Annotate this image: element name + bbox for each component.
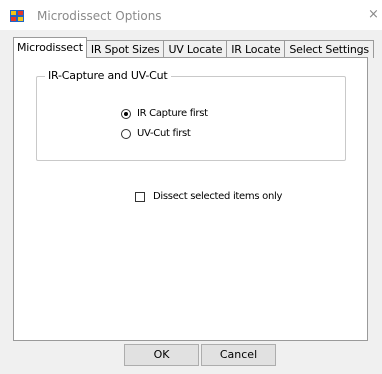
tab-ir-locate[interactable]: IR Locate [226, 40, 286, 58]
dialog-body: Microdissect IR Spot Sizes UV Locate IR … [0, 30, 382, 374]
uv-cut-first-radio[interactable] [121, 128, 131, 139]
dissect-selected-only-option[interactable]: Dissect selected items only [135, 191, 282, 202]
window-title: Microdissect Options [37, 9, 162, 23]
ok-button[interactable]: OK [124, 344, 199, 366]
ir-capture-uv-cut-group: IR-Capture and UV-Cut IR Capture first U… [36, 69, 346, 161]
dissect-selected-only-label: Dissect selected items only [153, 191, 283, 202]
ir-capture-first-radio[interactable] [121, 108, 131, 119]
microdissect-app-icon [10, 10, 24, 22]
title-bar: Microdissect Options × [0, 0, 382, 30]
tab-strip: Microdissect IR Spot Sizes UV Locate IR … [13, 37, 374, 58]
ir-capture-first-option[interactable]: IR Capture first [121, 108, 208, 119]
uv-cut-first-label: UV-Cut first [137, 128, 191, 139]
microdissect-options-window: Microdissect Options × Microdissect IR S… [0, 0, 382, 374]
tab-ir-spot-sizes[interactable]: IR Spot Sizes [85, 40, 165, 58]
tab-uv-locate[interactable]: UV Locate [163, 40, 228, 58]
cancel-button[interactable]: Cancel [201, 344, 276, 366]
tab-microdissect[interactable]: Microdissect [13, 37, 87, 58]
group-legend: IR-Capture and UV-Cut [45, 69, 171, 82]
tab-select-settings[interactable]: Select Settings [284, 40, 374, 58]
microdissect-tab-panel: IR-Capture and UV-Cut IR Capture first U… [13, 57, 368, 341]
close-button[interactable]: × [368, 6, 382, 24]
ir-capture-first-label: IR Capture first [137, 108, 208, 119]
dissect-selected-only-checkbox[interactable] [135, 191, 145, 202]
uv-cut-first-option[interactable]: UV-Cut first [121, 128, 191, 139]
